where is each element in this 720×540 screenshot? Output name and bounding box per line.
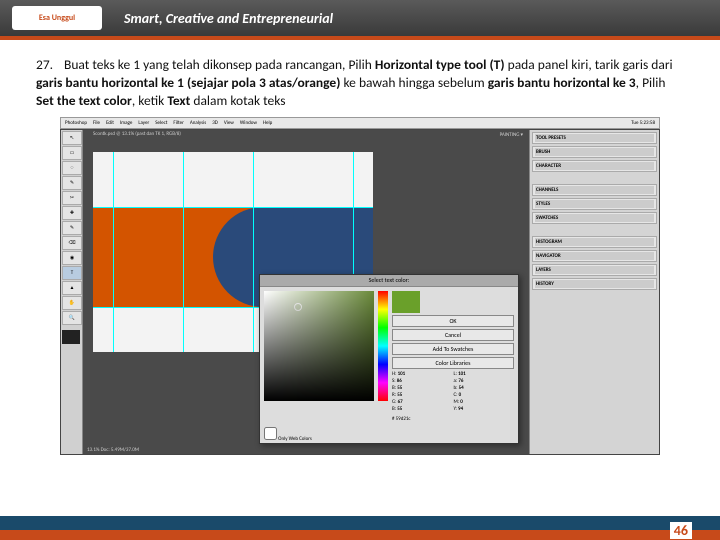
tool-type[interactable]: T xyxy=(62,266,82,280)
panel-character[interactable]: CHARACTER xyxy=(535,162,654,170)
color-picker-title: Select text color: xyxy=(260,275,518,287)
tool-crop[interactable]: ✂ xyxy=(62,191,82,205)
tool-hand[interactable]: ✋ xyxy=(62,296,82,310)
cancel-button[interactable]: Cancel xyxy=(392,329,514,341)
color-swatch[interactable] xyxy=(62,330,80,344)
menu-window[interactable]: Window xyxy=(240,120,257,126)
hue-slider[interactable] xyxy=(378,291,388,401)
color-field-cursor xyxy=(294,303,302,311)
menu-layer[interactable]: Layer xyxy=(138,120,149,126)
university-logo: Esa Unggul xyxy=(12,6,102,30)
panel-layers[interactable]: LAYERS xyxy=(535,266,654,274)
menu-photoshop[interactable]: Photoshop xyxy=(65,120,87,126)
menu-image[interactable]: Image xyxy=(120,120,132,126)
tool-gradient[interactable]: ◉ xyxy=(62,251,82,265)
menu-edit[interactable]: Edit xyxy=(106,120,114,126)
hex-input[interactable]: # 59d21c xyxy=(392,416,514,422)
panel-tool-presets[interactable]: TOOL PRESETS xyxy=(535,134,654,142)
mac-menubar[interactable]: Photoshop File Edit Image Layer Select F… xyxy=(60,117,660,129)
menubar-clock: Tue 5:23:58 xyxy=(631,120,655,126)
tool-marquee[interactable]: ▭ xyxy=(62,146,82,160)
panel-histogram[interactable]: HISTOGRAM xyxy=(535,238,654,246)
step-instruction: 27.Buat teks ke 1 yang telah dikonsep pa… xyxy=(0,40,720,117)
tool-brush[interactable]: ✎ xyxy=(62,221,82,235)
slide-footer: 46 xyxy=(0,512,720,540)
photoshop-workspace: ↖ ▭ ◌ ✎ ✂ ✚ ✎ ⌫ ◉ T ▲ ✋ 🔍 Scontk.psd @ 1… xyxy=(60,129,660,455)
guide-vertical xyxy=(183,152,184,352)
guide-vertical xyxy=(253,152,254,352)
screenshot-photoshop: Photoshop File Edit Image Layer Select F… xyxy=(60,117,660,457)
tool-eyedropper[interactable]: ✚ xyxy=(62,206,82,220)
panel-channels[interactable]: CHANNELS xyxy=(535,186,654,194)
step-number: 27. xyxy=(36,56,64,74)
menu-filter[interactable]: Filter xyxy=(173,120,183,126)
guide-horizontal xyxy=(93,207,373,208)
menu-help[interactable]: Help xyxy=(263,120,272,126)
guide-vertical xyxy=(113,152,114,352)
menu-3d[interactable]: 3D xyxy=(212,120,218,126)
menu-analysis[interactable]: Analysis xyxy=(190,120,206,126)
panel-navigator[interactable]: NAVIGATOR xyxy=(535,252,654,260)
color-picker-dialog: Select text color: OK Cancel Add To Swat… xyxy=(259,274,519,444)
add-swatch-button[interactable]: Add To Swatches xyxy=(392,343,514,355)
tool-pen[interactable]: ▲ xyxy=(62,281,82,295)
menu-file[interactable]: File xyxy=(93,120,100,126)
color-field[interactable] xyxy=(264,291,374,401)
panel-styles[interactable]: STYLES xyxy=(535,200,654,208)
tool-wand[interactable]: ✎ xyxy=(62,176,82,190)
color-sample xyxy=(392,291,420,313)
panel-brush[interactable]: BRUSH xyxy=(535,148,654,156)
canvas-area: Scontk.psd @ 13.1% (past dan TK 1, RGB/8… xyxy=(83,130,529,454)
workspace-switcher[interactable]: PAINTING ▾ xyxy=(500,132,523,138)
tool-move[interactable]: ↖ xyxy=(62,131,82,145)
panel-history[interactable]: HISTORY xyxy=(535,280,654,288)
tool-panel: ↖ ▭ ◌ ✎ ✂ ✚ ✎ ⌫ ◉ T ▲ ✋ 🔍 xyxy=(61,130,83,454)
document-tab[interactable]: Scontk.psd @ 13.1% (past dan TK 1, RGB/8… xyxy=(93,131,181,137)
footer-stripe-orange xyxy=(0,530,720,540)
color-libraries-button[interactable]: Color Libraries xyxy=(392,357,514,369)
tool-eraser[interactable]: ⌫ xyxy=(62,236,82,250)
menu-view[interactable]: View xyxy=(224,120,234,126)
status-bar: 13.1% Doc: 5.49M/37.0M xyxy=(83,446,143,454)
right-panels: TOOL PRESETS BRUSH CHARACTER CHANNELS ST… xyxy=(529,130,659,454)
slide-header: Esa Unggul Smart, Creative and Entrepren… xyxy=(0,0,720,40)
footer-stripe-blue xyxy=(0,516,720,530)
header-tagline: Smart, Creative and Entrepreneurial xyxy=(124,10,333,27)
ok-button[interactable]: OK xyxy=(392,315,514,327)
tool-lasso[interactable]: ◌ xyxy=(62,161,82,175)
menu-select[interactable]: Select xyxy=(155,120,167,126)
panel-swatches[interactable]: SWATCHES xyxy=(535,214,654,222)
only-web-colors-checkbox[interactable] xyxy=(264,427,277,440)
color-value-inputs[interactable]: H: 101L: 101 S: 86a: 76 B: 55b: 54 R: 55… xyxy=(392,371,514,412)
page-number: 46 xyxy=(670,522,692,539)
tool-zoom[interactable]: 🔍 xyxy=(62,311,82,325)
